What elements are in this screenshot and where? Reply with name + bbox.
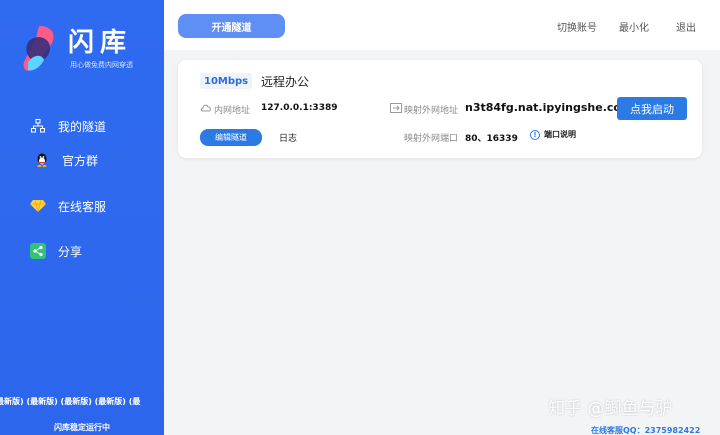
- qq-penguin-icon: [34, 152, 50, 168]
- sidebar-item-label: 官方群: [62, 153, 99, 168]
- marquee-text: 最新版) (最新版) (最新版) (最新版) (最: [0, 397, 141, 406]
- switch-account-link[interactable]: 切换账号: [557, 19, 597, 34]
- watermark: 知乎 @鲫鱼与驴: [548, 399, 673, 419]
- open-tunnel-button[interactable]: 开通隧道: [178, 14, 285, 38]
- local-address-label: 内网地址: [214, 106, 251, 116]
- port-help-link[interactable]: ! 端口说明: [530, 129, 576, 140]
- cloud-icon: [201, 104, 211, 112]
- sidebar-item-share[interactable]: 分享: [0, 231, 82, 271]
- tunnel-card: 10Mbps 远程办公 内网地址 127.0.0.1:3389 映射外网地址 n…: [178, 60, 702, 158]
- diamond-icon: [30, 198, 46, 214]
- support-qq-text: 在线客服QQ：2375982422: [591, 426, 701, 435]
- minimize-link[interactable]: 最小化: [619, 19, 649, 34]
- logo-icon: [23, 26, 54, 71]
- start-button[interactable]: 点我启动: [617, 97, 687, 120]
- status-text: 闪库稳定运行中: [54, 423, 110, 432]
- exit-link[interactable]: 退出: [676, 19, 696, 34]
- bandwidth-badge: 10Mbps: [200, 73, 253, 89]
- network-icon: [30, 118, 46, 134]
- sidebar-item-online-service[interactable]: 在线客服: [0, 186, 106, 226]
- sidebar: 闪库 用心做免费内网穿透 我的隧道 官方群 在线客服 分享 最新版) (最新版)…: [0, 0, 164, 435]
- tunnel-name: 远程办公: [261, 75, 310, 89]
- external-address-label: 映射外网地址: [404, 106, 459, 116]
- edit-tunnel-button[interactable]: 编辑隧道: [200, 129, 262, 146]
- log-link[interactable]: 日志: [279, 131, 297, 144]
- app-window: 闪库 用心做免费内网穿透 我的隧道 官方群 在线客服 分享 最新版) (最新版)…: [0, 0, 720, 435]
- external-port-label: 映射外网端口: [404, 134, 459, 144]
- logo: 闪库 用心做免费内网穿透: [20, 22, 150, 78]
- external-address-value: n3t84fg.nat.ipyingshe.com: [465, 101, 633, 114]
- logo-subtitle: 用心做免费内网穿透: [70, 61, 133, 69]
- external-port-value: 80、16339: [465, 134, 518, 144]
- top-bar: 开通隧道 切换账号 最小化 退出: [164, 0, 720, 50]
- sidebar-item-label: 我的隧道: [58, 119, 107, 134]
- port-help-label: 端口说明: [544, 130, 576, 139]
- logo-title: 闪库: [68, 28, 133, 58]
- sidebar-item-label: 在线客服: [58, 199, 107, 214]
- share-icon: [30, 243, 46, 259]
- local-address-value: 127.0.0.1:3389: [261, 103, 338, 113]
- mapping-icon: [390, 103, 402, 113]
- sidebar-item-official-group[interactable]: 官方群: [0, 140, 98, 180]
- info-icon: !: [530, 129, 540, 140]
- sidebar-item-label: 分享: [58, 244, 83, 259]
